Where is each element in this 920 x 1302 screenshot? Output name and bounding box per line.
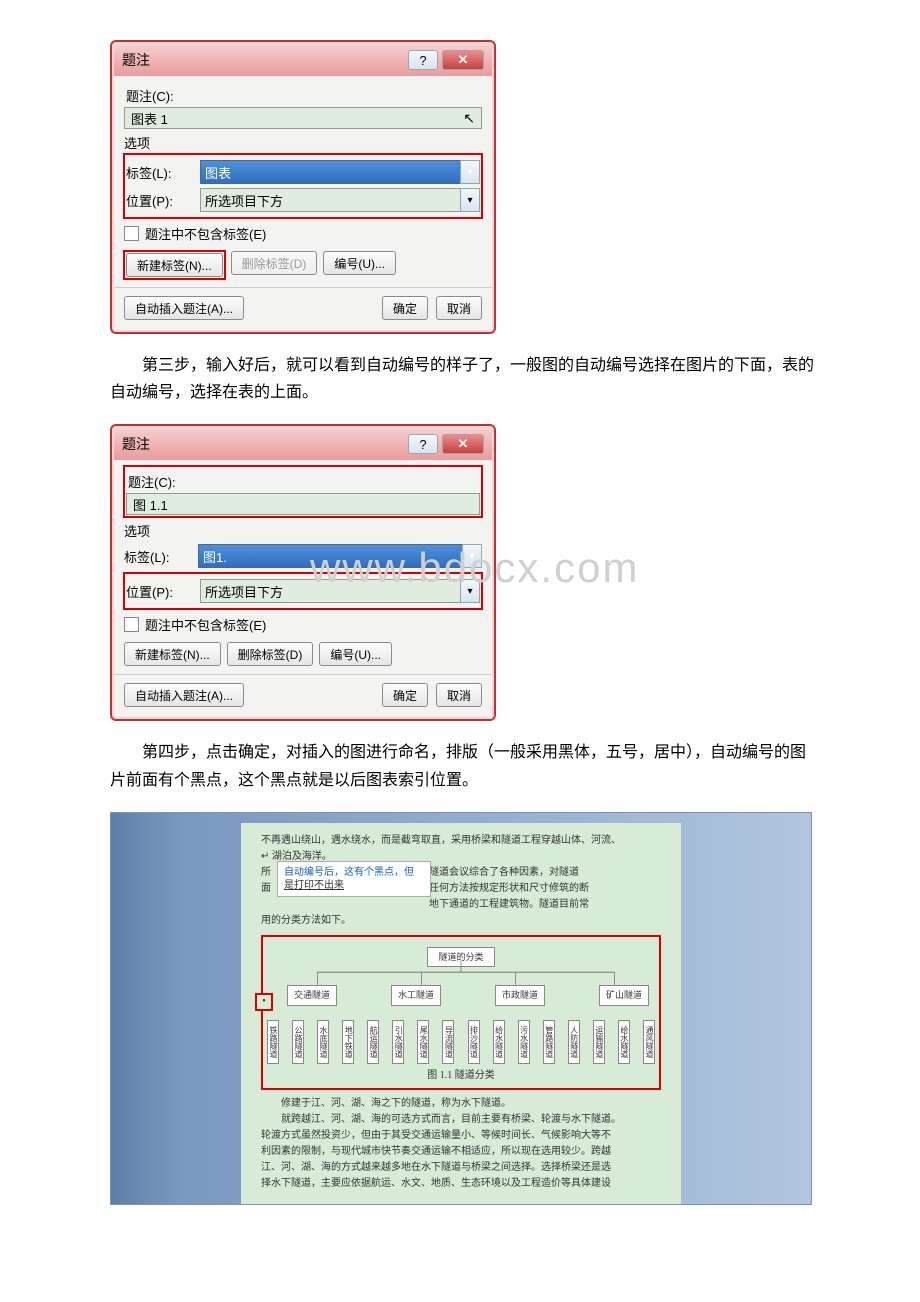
caption-dialog-1: 题注 ? ✕ 题注(C): 图表 1 ↖ 选项 标签(L): 图表 ▾ xyxy=(110,40,496,334)
example-text-line: 择水下隧道，主要应依据航运、水文、地质、生态环境以及工程造价等具体建设 xyxy=(261,1176,661,1192)
exclude-label-checkbox[interactable] xyxy=(124,617,139,632)
caption-dialog-2: 题注 ? ✕ 题注(C): 图 1.1 选项 标签(L): xyxy=(110,424,496,721)
exclude-label-text: 题注中不包含标签(E) xyxy=(145,224,266,243)
delete-label-button: 删除标签(D) xyxy=(231,251,318,275)
caption-label: 题注(C): xyxy=(126,86,482,105)
ok-button[interactable]: 确定 xyxy=(382,296,428,320)
chart-level3-node: 铁路隧道 xyxy=(267,1020,279,1064)
chart-level3-node: 通风隧道 xyxy=(643,1020,655,1064)
cancel-button[interactable]: 取消 xyxy=(436,683,482,707)
chart-level3-node: 引水隧道 xyxy=(392,1020,404,1064)
example-text-line: 利因素的限制，与现代城市快节奏交通运输不相适应，所以现在选用较少。跨越 xyxy=(261,1144,661,1160)
position-field-label: 位置(P): xyxy=(126,582,194,601)
callout-line: 自动编号后，这有个黑点，但 xyxy=(284,867,414,878)
example-fragment: 地下通道的工程建筑物。隧道目前常 xyxy=(429,897,661,913)
label-dropdown[interactable]: 图表 ▾ xyxy=(200,160,480,184)
step4-paragraph: 第四步，点击确定，对插入的图进行命名，排版（一般采用黑体，五号，居中），自动编号… xyxy=(110,739,820,793)
numbering-button[interactable]: 编号(U)... xyxy=(319,642,392,666)
example-screenshot: 不再遇山绕山，遇水绕水，而是截弯取直，采用桥梁和隧道工程穿越山体、河流、 ↵ 湖… xyxy=(110,812,812,1205)
example-fragment: 任何方法按规定形状和尺寸修筑的断 xyxy=(429,881,661,897)
chart-level3-node: 人防隧道 xyxy=(568,1020,580,1064)
options-label: 选项 xyxy=(124,133,482,152)
dialog-title: 题注 xyxy=(122,50,150,70)
chart-level3-node: 运输隧道 xyxy=(593,1020,605,1064)
exclude-label-checkbox[interactable] xyxy=(124,226,139,241)
step3-paragraph: 第三步，输入好后，就可以看到自动编号的样子了，一般图的自动编号选择在图片的下面，… xyxy=(110,352,820,406)
close-icon[interactable]: ✕ xyxy=(442,50,484,70)
numbering-button[interactable]: 编号(U)... xyxy=(323,251,396,275)
auto-caption-button[interactable]: 自动插入题注(A)... xyxy=(124,683,244,707)
cursor-icon: ↖ xyxy=(463,110,475,127)
caption-input[interactable]: 图表 1 ↖ xyxy=(124,107,482,129)
caption-label: 题注(C): xyxy=(128,472,480,491)
chart-level3-node: 导流隧道 xyxy=(442,1020,454,1064)
example-text-line: 江、河、湖、海的方式越来越多地在水下隧道与桥梁之间选择。选择桥梁还是选 xyxy=(261,1160,661,1176)
exclude-label-text: 题注中不包含标签(E) xyxy=(145,615,266,634)
position-value: 所选项目下方 xyxy=(205,582,283,601)
chart-level3-node: 管路隧道 xyxy=(543,1020,555,1064)
chart-level3-node: 航运隧道 xyxy=(367,1020,379,1064)
chart-redbox: • 隧道的分类 交通隧道水工隧道市政隧道矿山隧道 铁路隧道公路隧道水底隧道地 xyxy=(261,935,661,1090)
delete-label-button[interactable]: 删除标签(D) xyxy=(227,642,314,666)
auto-caption-button[interactable]: 自动插入题注(A)... xyxy=(124,296,244,320)
chart-level2-node: 矿山隧道 xyxy=(599,985,649,1005)
dialog-titlebar: 题注 ? ✕ xyxy=(114,428,492,460)
example-text-line: 就跨越江、河、湖、海的可选方式而言，目前主要有桥梁、轮渡与水下隧道。 xyxy=(261,1112,661,1128)
example-text-line: 修建于江、河、湖、海之下的隧道，称为水下隧道。 xyxy=(261,1096,661,1112)
dialog-titlebar: 题注 ? ✕ xyxy=(114,44,492,76)
chevron-down-icon[interactable]: ▾ xyxy=(460,188,480,212)
chart-level2-node: 市政隧道 xyxy=(495,985,545,1005)
chart-level3-node: 公路隧道 xyxy=(292,1020,304,1064)
close-icon[interactable]: ✕ xyxy=(442,434,484,454)
new-label-button[interactable]: 新建标签(N)... xyxy=(124,642,221,666)
caption-value: 图表 1 xyxy=(131,109,168,128)
position-dropdown[interactable]: 所选项目下方 ▾ xyxy=(200,188,480,212)
chart-level2-node: 交通隧道 xyxy=(287,985,337,1005)
position-dropdown[interactable]: 所选项目下方 ▾ xyxy=(200,579,480,603)
chevron-down-icon[interactable]: ▾ xyxy=(462,544,482,568)
label-value: 图表 xyxy=(205,163,231,182)
label-field-label: 标签(L): xyxy=(124,547,192,566)
figure-caption: 图 1.1 隧道分类 xyxy=(267,1068,655,1084)
caption-dot-marker: • xyxy=(255,993,273,1011)
chart-root: 隧道的分类 xyxy=(427,947,494,967)
position-field-label: 位置(P): xyxy=(126,191,194,210)
chart-level3-node: 给水隧道 xyxy=(493,1020,505,1064)
example-text-line: 轮渡方式虽然投资少，但由于其受交通运输量小、等候时间长、气候影响大等不 xyxy=(261,1128,661,1144)
example-text-line: 不再遇山绕山，遇水绕水，而是截弯取直，采用桥梁和隧道工程穿越山体、河流、 xyxy=(261,833,661,849)
chart-level3-node: 水底隧道 xyxy=(317,1020,329,1064)
chevron-down-icon[interactable]: ▾ xyxy=(460,160,480,184)
chart-level3-node: 排沙隧道 xyxy=(468,1020,480,1064)
caption-value: 图 1.1 xyxy=(133,495,168,514)
caption-input[interactable]: 图 1.1 xyxy=(126,493,480,515)
callout-note: 自动编号后，这有个黑点，但 是打印不出来 xyxy=(277,861,431,897)
example-fragment: 隧道会议综合了各种因素，对隧道 xyxy=(429,865,661,881)
cancel-button[interactable]: 取消 xyxy=(436,296,482,320)
help-icon[interactable]: ? xyxy=(408,434,438,454)
options-label: 选项 xyxy=(124,521,482,540)
example-text-line: 用的分类方法如下。 xyxy=(261,913,661,929)
chart-level3-node: 给水隧道 xyxy=(618,1020,630,1064)
callout-line: 是打印不出来 xyxy=(284,880,344,891)
label-value: 图1. xyxy=(203,547,227,566)
ok-button[interactable]: 确定 xyxy=(382,683,428,707)
label-dropdown[interactable]: 图1. ▾ xyxy=(198,544,482,568)
new-label-button[interactable]: 新建标签(N)... xyxy=(126,253,223,277)
chevron-down-icon[interactable]: ▾ xyxy=(460,579,480,603)
chart-level3-node: 地下铁道 xyxy=(342,1020,354,1064)
label-field-label: 标签(L): xyxy=(126,163,194,182)
chart-level2-node: 水工隧道 xyxy=(391,985,441,1005)
help-icon[interactable]: ? xyxy=(408,50,438,70)
chart-level3-node: 污水隧道 xyxy=(518,1020,530,1064)
position-value: 所选项目下方 xyxy=(205,191,283,210)
chart-level3-node: 尾水隧道 xyxy=(417,1020,429,1064)
dialog-title: 题注 xyxy=(122,434,150,454)
